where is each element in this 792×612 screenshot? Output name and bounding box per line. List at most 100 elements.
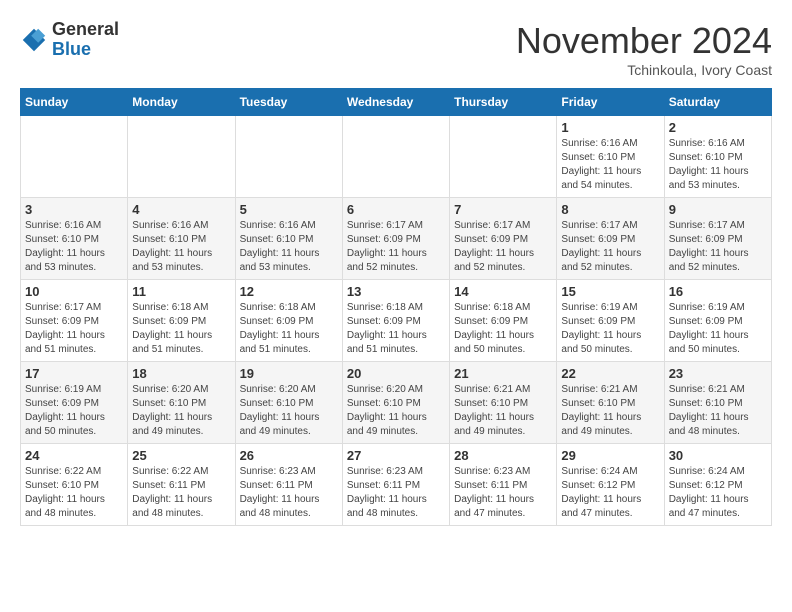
day-info: Sunrise: 6:19 AM Sunset: 6:09 PM Dayligh… bbox=[25, 383, 123, 439]
day-number: 2 bbox=[669, 120, 767, 135]
day-number: 5 bbox=[240, 202, 338, 217]
calendar-empty-cell bbox=[450, 116, 557, 198]
calendar-day-cell: 20 Sunrise: 6:20 AM Sunset: 6:10 PM Dayli… bbox=[342, 362, 449, 444]
calendar-day-cell: 24 Sunrise: 6:22 AM Sunset: 6:10 PM Dayli… bbox=[21, 444, 128, 526]
calendar-day-cell: 14 Sunrise: 6:18 AM Sunset: 6:09 PM Dayli… bbox=[450, 280, 557, 362]
day-info: Sunrise: 6:18 AM Sunset: 6:09 PM Dayligh… bbox=[454, 301, 552, 357]
day-number: 15 bbox=[561, 284, 659, 299]
day-number: 21 bbox=[454, 366, 552, 381]
day-number: 9 bbox=[669, 202, 767, 217]
day-number: 28 bbox=[454, 448, 552, 463]
day-number: 14 bbox=[454, 284, 552, 299]
day-info: Sunrise: 6:20 AM Sunset: 6:10 PM Dayligh… bbox=[132, 383, 230, 439]
weekday-header: Sunday bbox=[21, 89, 128, 116]
calendar-week-row: 24 Sunrise: 6:22 AM Sunset: 6:10 PM Dayli… bbox=[21, 444, 772, 526]
calendar-day-cell: 23Sunrise: 6:21 AM Sunset: 6:10 PM Dayli… bbox=[664, 362, 771, 444]
calendar-header-row: SundayMondayTuesdayWednesdayThursdayFrid… bbox=[21, 89, 772, 116]
day-number: 25 bbox=[132, 448, 230, 463]
day-info: Sunrise: 6:20 AM Sunset: 6:10 PM Dayligh… bbox=[240, 383, 338, 439]
calendar-day-cell: 19 Sunrise: 6:20 AM Sunset: 6:10 PM Dayli… bbox=[235, 362, 342, 444]
calendar-day-cell: 18 Sunrise: 6:20 AM Sunset: 6:10 PM Dayli… bbox=[128, 362, 235, 444]
calendar-day-cell: 21 Sunrise: 6:21 AM Sunset: 6:10 PM Dayli… bbox=[450, 362, 557, 444]
day-info: Sunrise: 6:17 AM Sunset: 6:09 PM Dayligh… bbox=[669, 219, 767, 275]
day-info: Sunrise: 6:21 AM Sunset: 6:10 PM Dayligh… bbox=[561, 383, 659, 439]
day-info: Sunrise: 6:23 AM Sunset: 6:11 PM Dayligh… bbox=[240, 465, 338, 521]
day-number: 10 bbox=[25, 284, 123, 299]
title-section: November 2024 Tchinkoula, Ivory Coast bbox=[516, 20, 772, 78]
day-info: Sunrise: 6:17 AM Sunset: 6:09 PM Dayligh… bbox=[25, 301, 123, 357]
day-number: 24 bbox=[25, 448, 123, 463]
calendar-day-cell: 17 Sunrise: 6:19 AM Sunset: 6:09 PM Dayli… bbox=[21, 362, 128, 444]
day-number: 1 bbox=[561, 120, 659, 135]
day-info: Sunrise: 6:22 AM Sunset: 6:10 PM Dayligh… bbox=[25, 465, 123, 521]
day-info: Sunrise: 6:19 AM Sunset: 6:09 PM Dayligh… bbox=[669, 301, 767, 357]
day-info: Sunrise: 6:17 AM Sunset: 6:09 PM Dayligh… bbox=[454, 219, 552, 275]
calendar-week-row: 3 Sunrise: 6:16 AM Sunset: 6:10 PM Daylig… bbox=[21, 198, 772, 280]
day-number: 30 bbox=[669, 448, 767, 463]
calendar-week-row: 1 Sunrise: 6:16 AM Sunset: 6:10 PM Daylig… bbox=[21, 116, 772, 198]
day-info: Sunrise: 6:21 AM Sunset: 6:10 PM Dayligh… bbox=[454, 383, 552, 439]
calendar-day-cell: 26Sunrise: 6:23 AM Sunset: 6:11 PM Dayli… bbox=[235, 444, 342, 526]
day-info: Sunrise: 6:19 AM Sunset: 6:09 PM Dayligh… bbox=[561, 301, 659, 357]
day-number: 12 bbox=[240, 284, 338, 299]
calendar-day-cell: 12 Sunrise: 6:18 AM Sunset: 6:09 PM Dayli… bbox=[235, 280, 342, 362]
calendar-day-cell: 10 Sunrise: 6:17 AM Sunset: 6:09 PM Dayli… bbox=[21, 280, 128, 362]
day-number: 22 bbox=[561, 366, 659, 381]
logo-general: General bbox=[52, 20, 119, 40]
day-number: 11 bbox=[132, 284, 230, 299]
calendar-day-cell: 28 Sunrise: 6:23 AM Sunset: 6:11 PM Dayli… bbox=[450, 444, 557, 526]
day-number: 20 bbox=[347, 366, 445, 381]
calendar-day-cell: 29Sunrise: 6:24 AM Sunset: 6:12 PM Dayli… bbox=[557, 444, 664, 526]
day-info: Sunrise: 6:23 AM Sunset: 6:11 PM Dayligh… bbox=[347, 465, 445, 521]
logo-icon bbox=[20, 26, 48, 54]
day-info: Sunrise: 6:18 AM Sunset: 6:09 PM Dayligh… bbox=[240, 301, 338, 357]
day-info: Sunrise: 6:24 AM Sunset: 6:12 PM Dayligh… bbox=[561, 465, 659, 521]
day-info: Sunrise: 6:16 AM Sunset: 6:10 PM Dayligh… bbox=[132, 219, 230, 275]
calendar-day-cell: 3 Sunrise: 6:16 AM Sunset: 6:10 PM Daylig… bbox=[21, 198, 128, 280]
calendar-day-cell: 9 Sunrise: 6:17 AM Sunset: 6:09 PM Daylig… bbox=[664, 198, 771, 280]
calendar-day-cell: 7Sunrise: 6:17 AM Sunset: 6:09 PM Daylig… bbox=[450, 198, 557, 280]
page-header: General Blue November 2024 Tchinkoula, I… bbox=[20, 20, 772, 78]
location-subtitle: Tchinkoula, Ivory Coast bbox=[516, 62, 772, 78]
calendar-day-cell: 6 Sunrise: 6:17 AM Sunset: 6:09 PM Daylig… bbox=[342, 198, 449, 280]
day-info: Sunrise: 6:23 AM Sunset: 6:11 PM Dayligh… bbox=[454, 465, 552, 521]
day-info: Sunrise: 6:16 AM Sunset: 6:10 PM Dayligh… bbox=[669, 137, 767, 193]
calendar-day-cell: 2 Sunrise: 6:16 AM Sunset: 6:10 PM Daylig… bbox=[664, 116, 771, 198]
calendar-day-cell: 16 Sunrise: 6:19 AM Sunset: 6:09 PM Dayli… bbox=[664, 280, 771, 362]
calendar-day-cell: 5 Sunrise: 6:16 AM Sunset: 6:10 PM Daylig… bbox=[235, 198, 342, 280]
calendar-day-cell: 25 Sunrise: 6:22 AM Sunset: 6:11 PM Dayli… bbox=[128, 444, 235, 526]
weekday-header: Friday bbox=[557, 89, 664, 116]
logo-blue: Blue bbox=[52, 40, 119, 60]
weekday-header: Thursday bbox=[450, 89, 557, 116]
weekday-header: Monday bbox=[128, 89, 235, 116]
calendar-day-cell: 27Sunrise: 6:23 AM Sunset: 6:11 PM Dayli… bbox=[342, 444, 449, 526]
day-number: 16 bbox=[669, 284, 767, 299]
day-info: Sunrise: 6:22 AM Sunset: 6:11 PM Dayligh… bbox=[132, 465, 230, 521]
day-number: 8 bbox=[561, 202, 659, 217]
calendar-day-cell: 22 Sunrise: 6:21 AM Sunset: 6:10 PM Dayli… bbox=[557, 362, 664, 444]
calendar-week-row: 10 Sunrise: 6:17 AM Sunset: 6:09 PM Dayli… bbox=[21, 280, 772, 362]
day-info: Sunrise: 6:18 AM Sunset: 6:09 PM Dayligh… bbox=[132, 301, 230, 357]
weekday-header: Saturday bbox=[664, 89, 771, 116]
month-title: November 2024 bbox=[516, 20, 772, 62]
day-info: Sunrise: 6:20 AM Sunset: 6:10 PM Dayligh… bbox=[347, 383, 445, 439]
day-number: 13 bbox=[347, 284, 445, 299]
day-number: 6 bbox=[347, 202, 445, 217]
day-info: Sunrise: 6:16 AM Sunset: 6:10 PM Dayligh… bbox=[25, 219, 123, 275]
day-number: 3 bbox=[25, 202, 123, 217]
day-info: Sunrise: 6:16 AM Sunset: 6:10 PM Dayligh… bbox=[240, 219, 338, 275]
weekday-header: Tuesday bbox=[235, 89, 342, 116]
day-info: Sunrise: 6:24 AM Sunset: 6:12 PM Dayligh… bbox=[669, 465, 767, 521]
day-number: 17 bbox=[25, 366, 123, 381]
calendar-empty-cell bbox=[235, 116, 342, 198]
calendar-week-row: 17 Sunrise: 6:19 AM Sunset: 6:09 PM Dayli… bbox=[21, 362, 772, 444]
day-info: Sunrise: 6:17 AM Sunset: 6:09 PM Dayligh… bbox=[347, 219, 445, 275]
calendar-day-cell: 8Sunrise: 6:17 AM Sunset: 6:09 PM Daylig… bbox=[557, 198, 664, 280]
calendar-empty-cell bbox=[128, 116, 235, 198]
calendar-empty-cell bbox=[21, 116, 128, 198]
day-number: 4 bbox=[132, 202, 230, 217]
day-info: Sunrise: 6:16 AM Sunset: 6:10 PM Dayligh… bbox=[561, 137, 659, 193]
weekday-header: Wednesday bbox=[342, 89, 449, 116]
day-number: 19 bbox=[240, 366, 338, 381]
day-number: 18 bbox=[132, 366, 230, 381]
